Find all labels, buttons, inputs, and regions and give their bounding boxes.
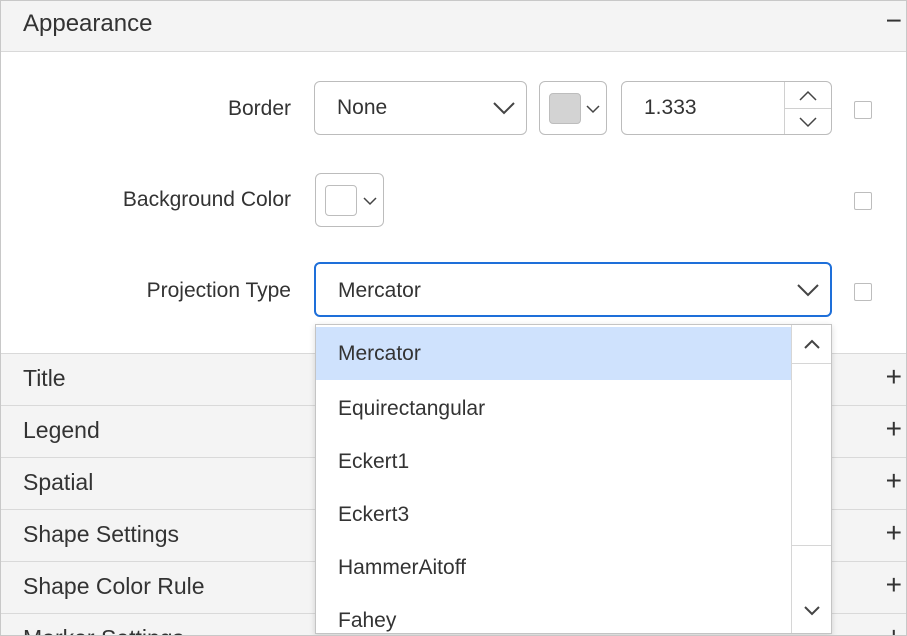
chevron-down-icon: [797, 284, 819, 297]
option-item[interactable]: Equirectangular: [316, 382, 792, 435]
section-title: Marker Settings: [23, 625, 184, 635]
expand-icon[interactable]: +: [886, 466, 902, 496]
section-title: Legend: [23, 417, 100, 443]
color-swatch: [549, 93, 581, 124]
projection-type-options-popup: Mercator Equirectangular Eckert1 Eckert3…: [315, 324, 832, 634]
expand-icon[interactable]: +: [886, 622, 902, 636]
chevron-down-icon: [586, 105, 600, 114]
option-label: Equirectangular: [338, 397, 486, 420]
option-item[interactable]: Fahey: [316, 594, 792, 633]
properties-panel: Appearance − Border None 1.333 Backgroun…: [0, 0, 907, 636]
projection-type-dropdown[interactable]: Mercator: [314, 262, 832, 317]
expand-icon[interactable]: +: [886, 414, 902, 444]
section-title: Title: [23, 365, 66, 391]
border-checkbox[interactable]: [854, 101, 872, 119]
option-label: Eckert3: [338, 503, 410, 526]
option-item[interactable]: Mercator: [316, 327, 792, 380]
section-header-appearance[interactable]: Appearance −: [1, 1, 906, 52]
border-color-picker[interactable]: [539, 81, 607, 135]
chevron-down-icon: [363, 197, 377, 206]
section-title: Shape Color Rule: [23, 573, 205, 599]
option-item[interactable]: Eckert3: [316, 488, 792, 541]
background-color-picker[interactable]: [315, 173, 384, 227]
scroll-down-button[interactable]: [792, 593, 831, 631]
projection-type-checkbox[interactable]: [854, 283, 872, 301]
projection-type-value: Mercator: [338, 279, 421, 302]
section-title: Shape Settings: [23, 521, 180, 547]
border-label: Border: [227, 97, 291, 120]
section-title: Spatial: [23, 469, 94, 495]
spin-up-icon[interactable]: [798, 90, 818, 102]
scroll-thumb[interactable]: [792, 363, 831, 546]
expand-icon[interactable]: +: [886, 362, 902, 392]
option-label: HammerAitoff: [338, 556, 466, 579]
section-title: Appearance: [23, 10, 153, 37]
border-style-dropdown[interactable]: None: [314, 81, 527, 135]
projection-type-label: Projection Type: [146, 279, 291, 302]
color-swatch: [325, 185, 357, 216]
option-item[interactable]: HammerAitoff: [316, 541, 792, 594]
chevron-down-icon: [804, 606, 820, 616]
option-item[interactable]: Eckert1: [316, 435, 792, 488]
collapse-icon[interactable]: −: [886, 6, 902, 36]
spin-down-icon[interactable]: [798, 116, 818, 128]
border-width-stepper[interactable]: 1.333: [621, 81, 832, 135]
border-width-value: 1.333: [644, 96, 697, 119]
option-label: Mercator: [338, 342, 421, 365]
option-label: Fahey: [338, 609, 397, 632]
chevron-down-icon: [493, 102, 515, 115]
background-color-checkbox[interactable]: [854, 192, 872, 210]
expand-icon[interactable]: +: [886, 518, 902, 548]
border-style-value: None: [337, 96, 388, 119]
option-label: Eckert1: [338, 450, 410, 473]
scroll-up-button[interactable]: [792, 325, 831, 363]
scrollbar[interactable]: [791, 325, 831, 633]
background-color-label: Background Color: [122, 188, 291, 211]
chevron-up-icon: [804, 339, 820, 349]
expand-icon[interactable]: +: [886, 570, 902, 600]
